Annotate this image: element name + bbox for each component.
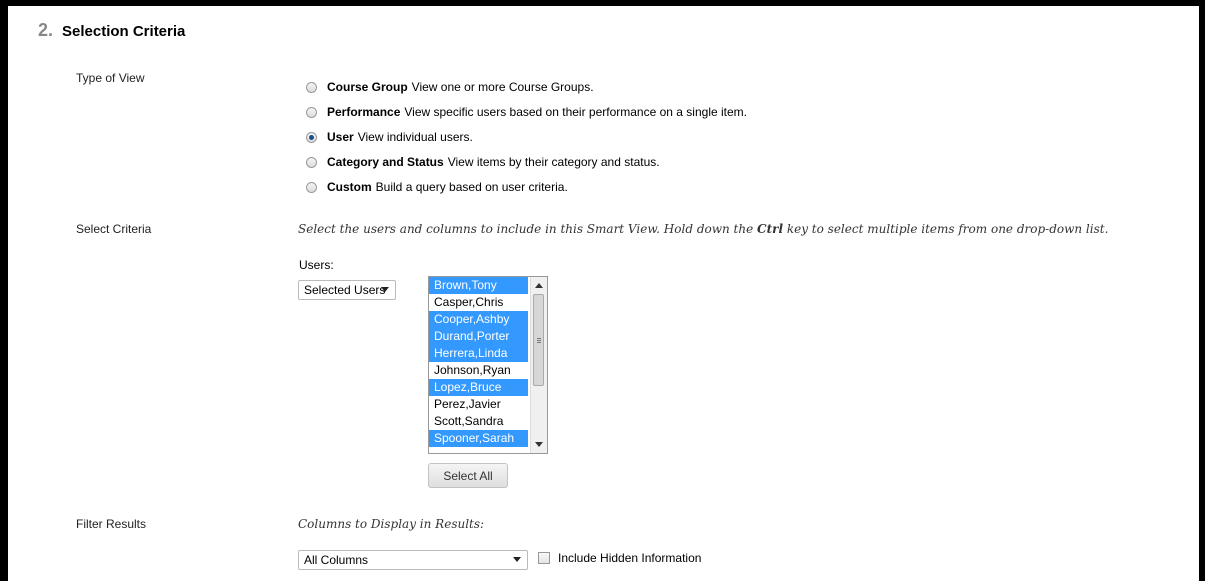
list-item[interactable]: Scott,Sandra	[429, 413, 528, 430]
radio-option-custom[interactable]: Custom Build a query based on user crite…	[306, 178, 568, 196]
option-description: View individual users.	[357, 130, 473, 144]
dropdown-value: Selected Users	[304, 283, 386, 297]
option-description: View one or more Course Groups.	[411, 80, 594, 94]
radio-button[interactable]	[306, 181, 317, 193]
radio-option-user[interactable]: User View individual users.	[306, 128, 473, 146]
radio-option-performance[interactable]: Performance View specific users based on…	[306, 103, 747, 121]
dropdown-value: All Columns	[304, 553, 369, 567]
instruction-text: Select the users and columns to include …	[298, 222, 1109, 236]
option-description: Build a query based on user criteria.	[375, 180, 568, 194]
radio-button[interactable]	[306, 81, 317, 93]
list-item[interactable]: Johnson,Ryan	[429, 362, 528, 379]
radio-option-category-and-status[interactable]: Category and Status View items by their …	[306, 153, 660, 171]
filter-results-label: Filter Results	[76, 517, 147, 531]
option-description: View specific users based on their perfo…	[404, 105, 747, 119]
list-item[interactable]: Spooner,Sarah	[429, 430, 528, 447]
columns-to-display-label: Columns to Display in Results:	[298, 517, 485, 531]
radio-button-checked[interactable]	[306, 131, 317, 143]
users-label: Users:	[299, 258, 334, 272]
list-item[interactable]: Durand,Porter	[429, 328, 528, 345]
scrollbar-thumb[interactable]	[533, 294, 544, 386]
users-listbox[interactable]: Brown,Tony Casper,Chris Cooper,Ashby Dur…	[428, 276, 548, 454]
option-name: Category and Status	[327, 155, 444, 169]
list-item[interactable]: Perez,Javier	[429, 396, 528, 413]
select-all-button[interactable]: Select All	[428, 463, 508, 488]
step-number: 2.	[38, 20, 54, 40]
list-item[interactable]: Casper,Chris	[429, 294, 528, 311]
list-item[interactable]: Herrera,Linda	[429, 345, 528, 362]
grip-icon	[537, 338, 541, 339]
include-hidden-label[interactable]: Include Hidden Information	[558, 551, 701, 565]
list-item[interactable]: Cooper,Ashby	[429, 311, 528, 328]
list-item[interactable]: Lopez,Bruce	[429, 379, 528, 396]
columns-dropdown[interactable]: All Columns	[298, 550, 528, 570]
option-name: Custom	[327, 180, 372, 194]
select-criteria-label: Select Criteria	[76, 222, 152, 236]
list-item[interactable]: Brown,Tony	[429, 277, 528, 294]
scroll-up-arrow-icon[interactable]	[535, 283, 543, 288]
selection-criteria-panel: 2. Selection Criteria Type of View Cours…	[8, 6, 1199, 581]
ctrl-key-text: Ctrl	[757, 222, 784, 236]
option-name: User	[327, 130, 354, 144]
section-title: Selection Criteria	[62, 23, 186, 40]
option-name: Performance	[327, 105, 401, 119]
option-name: Course Group	[327, 80, 408, 94]
chevron-down-icon	[381, 287, 389, 292]
users-filter-dropdown[interactable]: Selected Users	[298, 280, 396, 300]
radio-button[interactable]	[306, 106, 317, 118]
chevron-down-icon	[513, 557, 521, 562]
include-hidden-checkbox[interactable]	[538, 552, 550, 564]
option-description: View items by their category and status.	[447, 155, 660, 169]
listbox-scrollbar[interactable]	[530, 277, 547, 453]
radio-button[interactable]	[306, 156, 317, 168]
scroll-down-arrow-icon[interactable]	[535, 442, 543, 447]
radio-option-course-group[interactable]: Course Group View one or more Course Gro…	[306, 78, 594, 96]
type-of-view-label: Type of View	[76, 71, 145, 85]
